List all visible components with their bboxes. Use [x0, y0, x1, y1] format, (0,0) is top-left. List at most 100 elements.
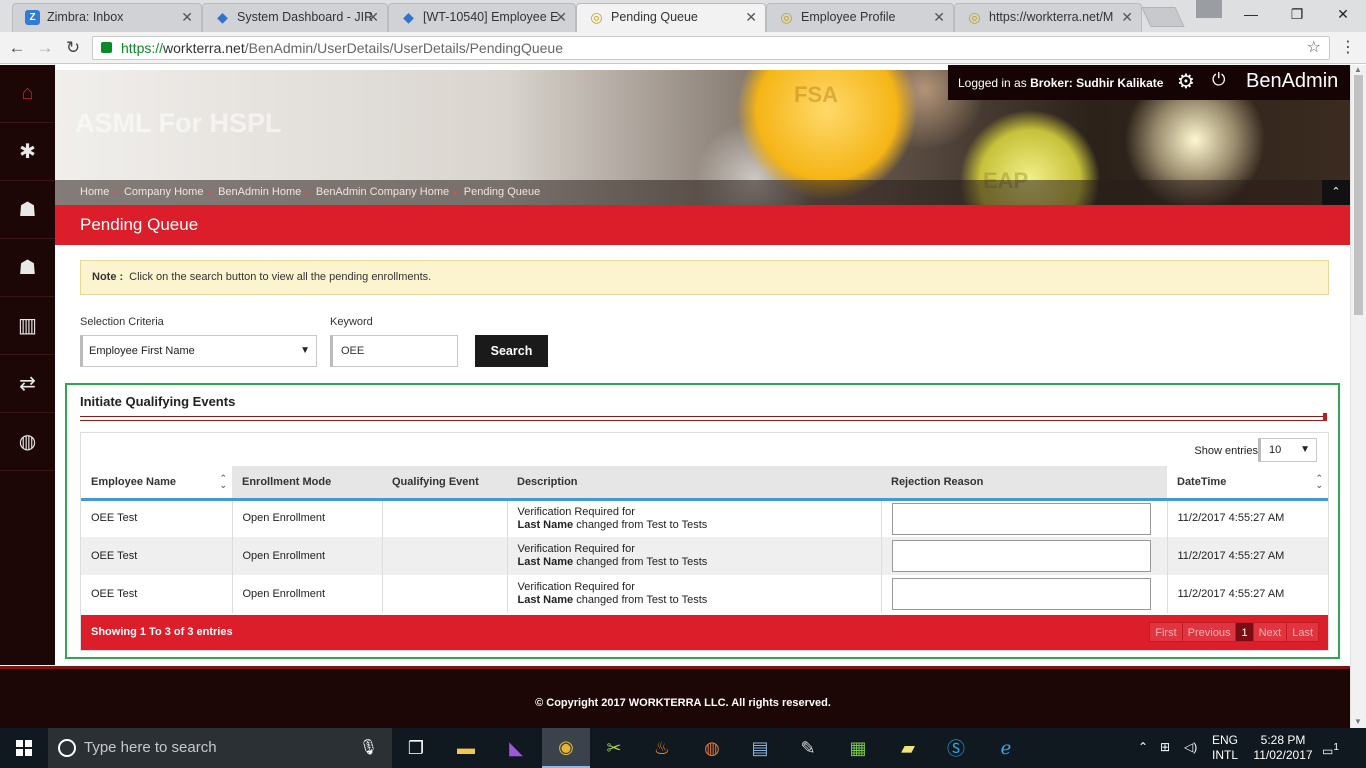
brand-title: BenAdmin [1246, 70, 1339, 92]
workterra-icon: ◎ [968, 9, 981, 25]
volume-icon[interactable]: ◁) [1184, 740, 1197, 768]
microphone-icon[interactable]: 🎙 [359, 728, 378, 768]
close-icon[interactable]: ✕ [181, 4, 193, 30]
user-icon[interactable]: ☗ [0, 239, 55, 297]
network-icon[interactable]: ⊞ [1160, 740, 1170, 768]
visual-studio-icon[interactable]: ◣ [492, 728, 540, 768]
user-star-icon[interactable]: ☗ [0, 181, 55, 239]
jira-icon: ◆ [217, 9, 228, 25]
chat-icon[interactable]: ◍ [0, 413, 55, 471]
close-icon[interactable]: ✕ [367, 4, 379, 30]
logged-user-name: Sudhir Kalikate [1076, 76, 1164, 90]
flame-app-icon[interactable]: ♨ [638, 728, 686, 768]
minimize-icon[interactable]: — [1228, 0, 1274, 30]
forward-icon[interactable]: → [34, 37, 56, 59]
profile-icon[interactable] [1196, 0, 1222, 18]
notifications-icon[interactable]: ▭1 [1322, 740, 1339, 768]
page-last-button[interactable]: Last [1286, 622, 1319, 642]
collapse-header-button[interactable]: ⌃ [1322, 180, 1350, 205]
close-icon[interactable]: ✕ [555, 4, 567, 30]
rejection-reason-input[interactable] [891, 578, 1151, 610]
gear-icon[interactable]: ⚙ [1177, 69, 1195, 94]
file-explorer-icon[interactable]: ▬ [442, 728, 490, 768]
criteria-select[interactable]: Employee First Name ▼ [80, 335, 317, 367]
url-scheme: https:// [121, 40, 164, 56]
taskbar-search[interactable]: Type here to search 🎙 [48, 728, 392, 768]
rejection-reason-input[interactable] [891, 502, 1151, 535]
page-next-button[interactable]: Next [1252, 622, 1288, 642]
lock-icon [101, 42, 112, 53]
col-enrollment-mode[interactable]: Enrollment Mode [232, 466, 382, 501]
breadcrumb: Home» Company Home» BenAdmin Home» BenAd… [55, 180, 1350, 205]
tab-employee-profile[interactable]: ◎ Employee Profile ✕ [766, 3, 954, 32]
page-first-button[interactable]: First [1149, 622, 1183, 642]
tab-jira-issue[interactable]: ◆ [WT-10540] Employee E ✕ [388, 3, 576, 32]
close-icon[interactable]: ✕ [933, 4, 945, 30]
bookmark-star-icon[interactable]: ☆ [1307, 37, 1321, 59]
tab-pending-queue[interactable]: ◎ Pending Queue ✕ [576, 3, 766, 32]
col-qualifying-event[interactable]: Qualifying Event [382, 466, 507, 501]
sort-icon[interactable]: ⌃ ⌄ [1315, 474, 1323, 490]
breadcrumb-home[interactable]: Home [80, 186, 109, 198]
language-indicator[interactable]: ENG INTL [1212, 733, 1238, 768]
breadcrumb-company-home[interactable]: Company Home [124, 186, 203, 198]
login-info: Logged in as Broker: Sudhir Kalikate [958, 76, 1164, 90]
table-row: OEE Test Open Enrollment Verification Re… [81, 499, 1328, 537]
tab-zimbra-inbox[interactable]: Z Zimbra: Inbox ✕ [12, 3, 202, 32]
entries-per-page-select[interactable]: 10 ▼ [1258, 438, 1317, 462]
qualifying-event-cell [382, 537, 508, 575]
col-rejection-reason[interactable]: Rejection Reason [881, 466, 1167, 501]
breadcrumb-benadmin-home[interactable]: BenAdmin Home [218, 186, 301, 198]
banner-fsa-text: FSA [794, 82, 838, 107]
col-datetime[interactable]: DateTime ⌃ ⌄ [1167, 466, 1328, 501]
tray-chevron-icon[interactable]: ⌃ [1138, 740, 1148, 768]
keyword-input[interactable] [330, 335, 458, 367]
restore-icon[interactable]: ❐ [1274, 0, 1320, 30]
home-icon[interactable]: ⌂ [0, 65, 55, 123]
internet-explorer-icon[interactable]: ℯ [982, 728, 1030, 768]
rejection-reason-cell [881, 537, 1168, 575]
col-employee-name[interactable]: Employee Name ⌃ ⌄ [81, 466, 232, 501]
close-icon[interactable]: ✕ [1121, 4, 1133, 30]
scroll-down-icon[interactable]: ▼ [1354, 717, 1362, 726]
rejection-reason-input[interactable] [891, 540, 1151, 572]
skype-icon[interactable]: Ⓢ [932, 728, 980, 768]
bar-chart-icon[interactable]: ▥ [0, 297, 55, 355]
tab-jira-dashboard[interactable]: ◆ System Dashboard - JIR ✕ [202, 3, 388, 32]
pending-table: Employee Name ⌃ ⌄ Enrollment Mode Qualifyi… [81, 466, 1328, 613]
qualifying-event-cell [382, 499, 508, 537]
chart-app-icon[interactable]: ▦ [834, 728, 882, 768]
back-icon[interactable]: ← [6, 37, 28, 59]
power-icon[interactable]: ⏻ [1212, 70, 1225, 90]
clock[interactable]: 5:28 PM 11/02/2017 [1252, 733, 1314, 768]
database-icon[interactable]: ▤ [736, 728, 784, 768]
col-description[interactable]: Description [507, 466, 881, 501]
title-divider [80, 416, 1327, 421]
scroll-up-icon[interactable]: ▲ [1354, 65, 1362, 74]
chrome-icon[interactable]: ◉ [542, 728, 590, 768]
paint-icon[interactable]: ✎ [784, 728, 832, 768]
windows-taskbar: Type here to search 🎙 ❐ ▬ ◣ ◉ ✂ ♨ ◍ ▤ ✎ … [0, 728, 1366, 768]
start-button[interactable] [0, 728, 48, 768]
transfer-icon[interactable]: ⇄ [0, 355, 55, 413]
address-bar[interactable]: https://workterra.net/BenAdmin/UserDetai… [92, 36, 1330, 60]
reload-icon[interactable]: ↻ [62, 37, 84, 59]
puzzle-icon[interactable]: ✱ [0, 123, 55, 181]
sort-icon[interactable]: ⌃ ⌄ [219, 474, 227, 490]
tool-icon[interactable]: ✂ [590, 728, 638, 768]
search-button[interactable]: Search [475, 335, 548, 367]
task-view-icon[interactable]: ❐ [392, 728, 440, 768]
page-current-button[interactable]: 1 [1235, 622, 1254, 642]
new-tab-button[interactable] [1141, 7, 1185, 27]
scrollbar-thumb[interactable] [1354, 75, 1363, 315]
sticky-notes-icon[interactable]: ▰ [884, 728, 932, 768]
firefox-icon[interactable]: ◍ [688, 728, 736, 768]
browser-menu-icon[interactable]: ⋮ [1340, 37, 1356, 59]
breadcrumb-benadmin-company-home[interactable]: BenAdmin Company Home [316, 186, 449, 198]
page-previous-button[interactable]: Previous [1181, 622, 1237, 642]
window-close-icon[interactable]: ✕ [1320, 0, 1366, 30]
tab-workterra-url[interactable]: ◎ https://workterra.net/M ✕ [954, 3, 1142, 32]
close-icon[interactable]: ✕ [745, 4, 757, 30]
tab-title: https://workterra.net/M [989, 10, 1114, 24]
page-scrollbar[interactable]: ▲ ▼ [1350, 65, 1366, 728]
